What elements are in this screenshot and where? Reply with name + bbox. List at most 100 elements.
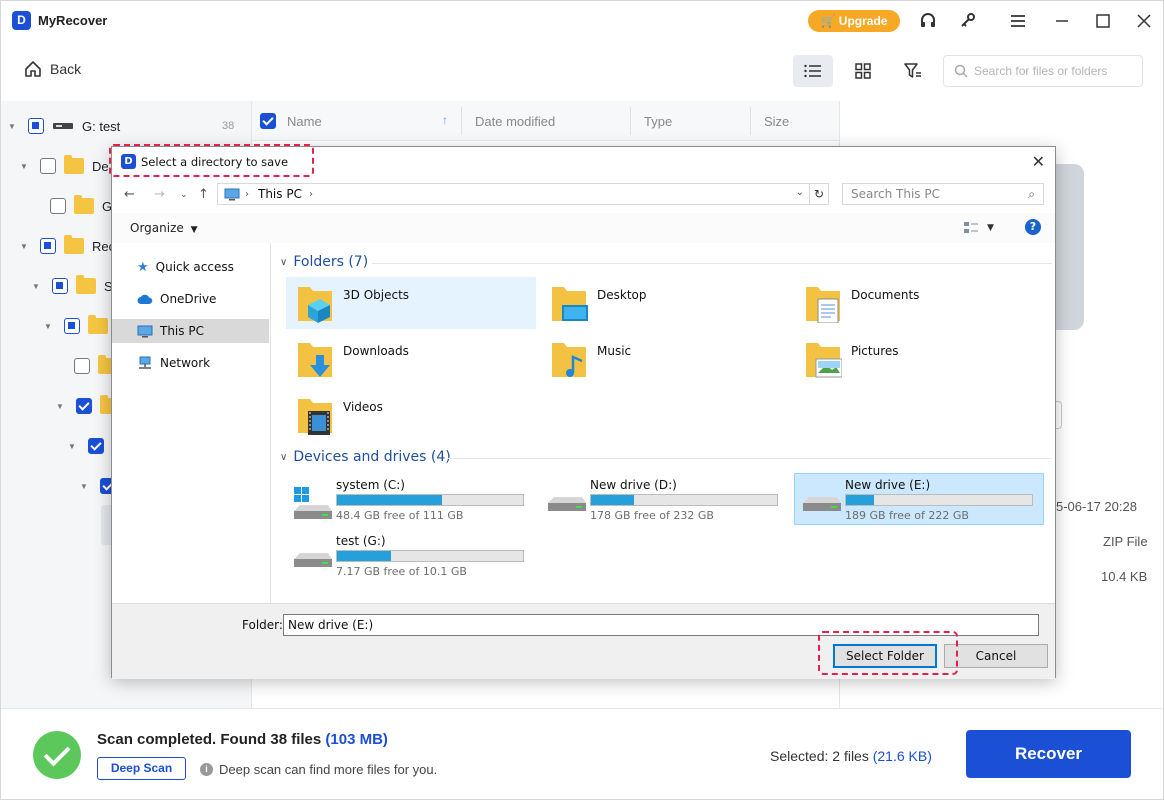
tree-item-sub1[interactable]: ▼ [44, 315, 108, 337]
filter-button[interactable] [893, 55, 933, 87]
chevron-down-icon[interactable]: ▼ [80, 482, 88, 491]
chevron-down-icon[interactable]: ▼ [20, 162, 28, 171]
folder-tile-pictures[interactable]: Pictures [794, 333, 1044, 385]
title-bar: D MyRecover 🛒 Upgrade [0, 0, 1164, 42]
folder-tile-downloads[interactable]: Downloads [286, 333, 536, 385]
folder-tile-3d-objects[interactable]: 3D Objects [286, 277, 536, 329]
nav-item-onedrive[interactable]: OneDrive [112, 287, 269, 311]
system-drive-icon [294, 487, 332, 519]
menu-icon[interactable] [1006, 9, 1030, 33]
tree-checkbox[interactable] [28, 118, 44, 134]
folder-name: Videos [343, 400, 383, 414]
column-name[interactable]: Name [287, 114, 322, 129]
tree-checkbox[interactable] [64, 318, 80, 334]
drive-icon [53, 123, 73, 129]
key-icon[interactable] [956, 9, 980, 33]
folder-tile-music[interactable]: Music [540, 333, 790, 385]
tree-root-label: G: test [82, 118, 121, 134]
upgrade-button[interactable]: 🛒 Upgrade [808, 10, 900, 32]
chevron-down-icon[interactable]: ▼ [20, 242, 28, 251]
drive-usage-bar [336, 550, 524, 562]
recover-button[interactable]: Recover [966, 730, 1131, 778]
star-icon: ★ [137, 259, 149, 275]
drive-tile-d[interactable]: New drive (D:) 178 GB free of 232 GB [540, 475, 790, 527]
drive-name: system (C:) [336, 478, 405, 492]
drive-tile-e[interactable]: New drive (E:) 189 GB free of 222 GB [794, 473, 1044, 525]
nav-item-quick-access[interactable]: ★ Quick access [112, 255, 269, 279]
up-arrow-icon[interactable]: ↑ [198, 187, 209, 202]
maximize-icon[interactable] [1091, 9, 1115, 33]
file-search-input[interactable]: Search for files or folders [943, 55, 1143, 87]
tree-checkbox[interactable] [40, 238, 56, 254]
tree-root-count: 38 [222, 120, 235, 132]
tree-checkbox[interactable] [74, 358, 90, 374]
address-dropdown-icon[interactable]: ⌄ [796, 187, 804, 198]
drives-group-header[interactable]: ∨ Devices and drives (4) [280, 449, 451, 465]
dialog-search-placeholder: Search This PC [851, 187, 940, 201]
chevron-down-icon[interactable]: ▼ [44, 322, 52, 331]
tree-item-deleted[interactable]: ▼ De [20, 155, 109, 177]
headset-icon[interactable] [916, 9, 940, 33]
deep-scan-button[interactable]: Deep Scan [97, 757, 186, 780]
tree-item-s[interactable]: ▼ S- [32, 275, 117, 297]
view-options-button[interactable]: ▼ [963, 221, 994, 234]
tree-checkbox[interactable] [76, 398, 92, 414]
videos-folder-icon [298, 399, 332, 435]
drive-usage-bar [590, 494, 778, 506]
back-arrow-icon[interactable]: ← [124, 187, 135, 202]
tree-item-recycle[interactable]: ▼ Rec [20, 235, 115, 257]
minimize-icon[interactable] [1050, 9, 1074, 33]
tree-checkbox[interactable] [52, 278, 68, 294]
tree-checkbox[interactable] [88, 438, 104, 454]
tree-item-g[interactable]: G [50, 195, 112, 217]
selected-size: (21.6 KB) [872, 748, 932, 764]
sort-ascending-icon[interactable]: ↑ [442, 113, 448, 127]
dialog-content-pane: ∨ Folders (7) 3D Objects Desktop Documen… [272, 243, 1057, 603]
view-options-icon [964, 222, 978, 233]
close-icon[interactable] [1132, 9, 1156, 33]
drive-name: New drive (D:) [590, 478, 677, 492]
forward-arrow-icon[interactable]: → [154, 187, 165, 202]
cancel-button[interactable]: Cancel [944, 644, 1048, 668]
chevron-down-icon[interactable]: ▼ [8, 122, 16, 131]
column-divider [630, 107, 631, 135]
list-view-button[interactable] [793, 55, 833, 87]
scan-result-size: (103 MB) [325, 731, 388, 748]
nav-item-label: This PC [160, 324, 204, 338]
3d-objects-folder-icon [298, 287, 332, 323]
folder-tile-documents[interactable]: Documents [794, 277, 1044, 329]
folders-group-header[interactable]: ∨ Folders (7) [280, 254, 368, 270]
address-bar[interactable]: › This PC › ⌄ [217, 183, 829, 205]
nav-item-network[interactable]: Network [112, 351, 269, 375]
folder-name: 3D Objects [343, 288, 410, 302]
recent-dropdown-icon[interactable]: ⌄ [180, 190, 188, 200]
folder-tile-desktop[interactable]: Desktop [540, 277, 790, 329]
dialog-close-icon[interactable]: ✕ [1032, 152, 1045, 171]
select-all-checkbox[interactable] [260, 113, 276, 129]
chevron-down-icon[interactable]: ▼ [32, 282, 40, 291]
tree-checkbox[interactable] [50, 198, 66, 214]
drive-usage-fill [337, 495, 442, 505]
help-icon[interactable]: ? [1025, 219, 1041, 235]
organize-button[interactable]: Organize ▼ [130, 221, 198, 235]
file-list-header: Name ↑ Date modified Type Size [252, 101, 839, 141]
tree-item-root[interactable]: ▼ G: test [8, 115, 120, 137]
drive-tile-g[interactable]: test (G:) 7.17 GB free of 10.1 GB [286, 531, 536, 583]
grid-view-button[interactable] [843, 55, 883, 87]
column-date[interactable]: Date modified [475, 114, 555, 129]
tree-checkbox[interactable] [40, 158, 56, 174]
back-button[interactable]: Back [24, 60, 81, 78]
nav-item-this-pc[interactable]: This PC [112, 319, 269, 343]
nav-item-label: Quick access [155, 260, 234, 274]
folder-icon [74, 195, 94, 214]
drive-tile-c[interactable]: system (C:) 48.4 GB free of 111 GB [286, 475, 536, 527]
chevron-down-icon[interactable]: ▼ [56, 402, 64, 411]
column-size[interactable]: Size [764, 114, 789, 129]
dialog-search-input[interactable]: Search This PC ⌕ [842, 183, 1044, 205]
app-logo-icon: D [12, 11, 31, 30]
chevron-down-icon[interactable]: ▼ [68, 442, 76, 451]
column-type[interactable]: Type [644, 114, 672, 129]
refresh-icon[interactable]: ↻ [809, 183, 829, 205]
folder-tile-videos[interactable]: Videos [286, 389, 536, 441]
success-check-icon [33, 731, 81, 779]
